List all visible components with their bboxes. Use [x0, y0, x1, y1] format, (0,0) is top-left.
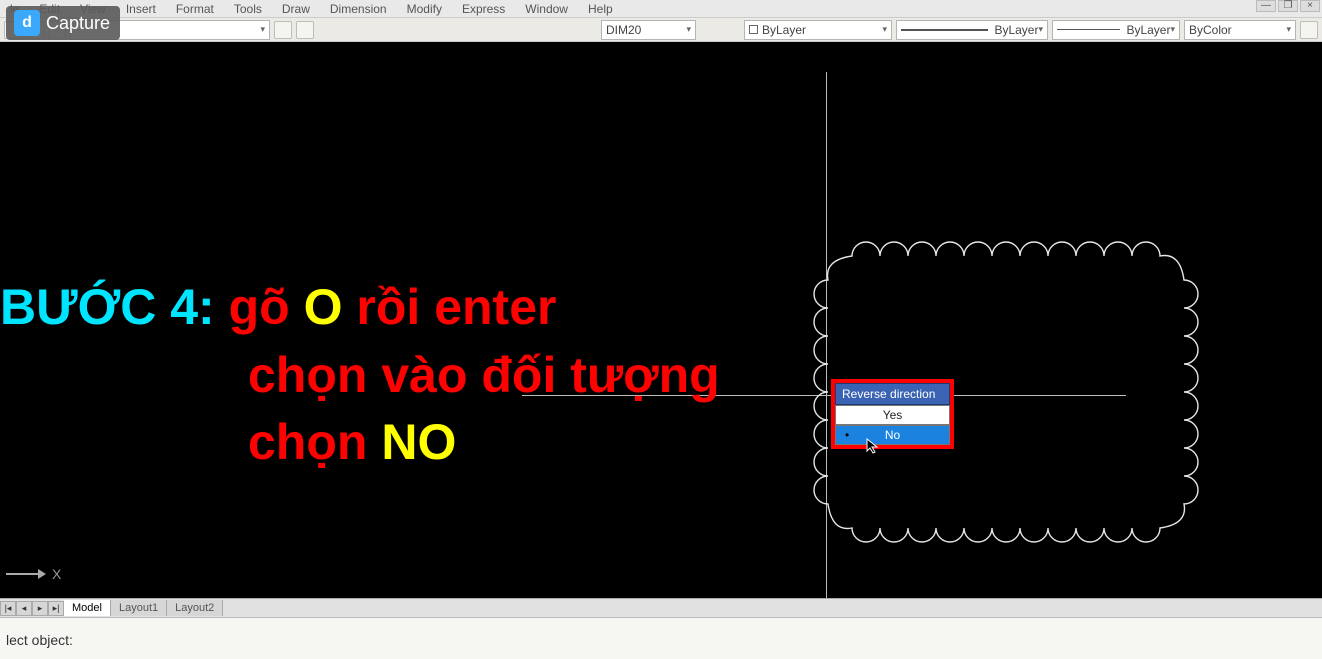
menu-dimension[interactable]: Dimension — [320, 2, 397, 16]
tab-model[interactable]: Model — [64, 600, 111, 616]
linetype-combo[interactable]: ByLayer ▾ — [896, 20, 1048, 40]
color-swatch-icon — [749, 25, 758, 34]
line1-rest: rồi enter — [356, 279, 556, 335]
lineweight-combo[interactable]: ByLayer ▾ — [1052, 20, 1180, 40]
menubar: le Edit View Insert Format Tools Draw Di… — [0, 0, 1322, 18]
crosshair-vertical — [826, 72, 827, 598]
instruction-overlay: BƯỚC 4: gõ O rồi enter chọn vào đối tượn… — [0, 274, 720, 477]
line1-key: O — [304, 279, 343, 335]
line3-no: NO — [381, 414, 456, 470]
menu-tools[interactable]: Tools — [224, 2, 272, 16]
step-label: BƯỚC 4: — [0, 279, 215, 335]
popup-option-yes[interactable]: Yes — [835, 405, 950, 425]
window-controls: — ❐ × — [1256, 0, 1320, 12]
plotstyle-combo[interactable]: ByColor ▾ — [1184, 20, 1296, 40]
layer-color-value: ByLayer — [762, 23, 806, 37]
popup-option-no[interactable]: No — [835, 425, 950, 445]
linetype-value: ByLayer — [994, 23, 1038, 37]
capture-app-label: Capture — [46, 13, 110, 34]
tab-layout1[interactable]: Layout1 — [111, 600, 167, 616]
dim-style-combo[interactable]: DIM20 ▾ — [601, 20, 696, 40]
capture-app-badge: d Capture — [6, 6, 120, 40]
menu-help[interactable]: Help — [578, 2, 623, 16]
menu-window[interactable]: Window — [515, 2, 578, 16]
layer-states-icon[interactable] — [296, 21, 314, 39]
command-prompt-text: lect object: — [6, 632, 73, 648]
tab-nav-next[interactable]: ▸ — [32, 601, 48, 616]
linetype-preview-icon — [901, 29, 988, 31]
dim-style-value: DIM20 — [606, 23, 641, 37]
line1-go: gõ — [229, 279, 290, 335]
layer-manager-icon[interactable] — [274, 21, 292, 39]
menu-draw[interactable]: Draw — [272, 2, 320, 16]
menu-format[interactable]: Format — [166, 2, 224, 16]
layout-tabstrip: |◂ ◂ ▸ ▸| Model Layout1 Layout2 — [0, 598, 1322, 617]
ucs-icon: X — [6, 564, 61, 584]
ucs-x-label: X — [52, 566, 61, 582]
close-button[interactable]: × — [1300, 0, 1320, 12]
line2-text: chọn vào đối tượng — [248, 347, 720, 403]
tab-layout2[interactable]: Layout2 — [167, 600, 223, 616]
line3-chon: chọn — [248, 414, 367, 470]
property-toolbar: ▾ DIM20 ▾ ByLayer ▾ ByLayer ▾ ByLayer ▾ … — [0, 18, 1322, 42]
drawing-canvas[interactable]: BƯỚC 4: gõ O rồi enter chọn vào đối tượn… — [0, 42, 1322, 598]
tab-nav-last[interactable]: ▸| — [48, 601, 64, 616]
mouse-cursor-icon — [866, 438, 882, 454]
tab-nav-first[interactable]: |◂ — [0, 601, 16, 616]
plotstyle-value: ByColor — [1189, 23, 1232, 37]
tab-nav-prev[interactable]: ◂ — [16, 601, 32, 616]
layer-color-combo[interactable]: ByLayer ▾ — [744, 20, 892, 40]
maximize-button[interactable]: ❐ — [1278, 0, 1298, 12]
command-line[interactable]: lect object: — [0, 617, 1322, 659]
menu-insert[interactable]: Insert — [116, 2, 166, 16]
popup-title: Reverse direction — [835, 383, 950, 405]
toolbar-icon-end[interactable] — [1300, 21, 1318, 39]
lineweight-preview-icon — [1057, 29, 1120, 30]
minimize-button[interactable]: — — [1256, 0, 1276, 12]
capture-app-icon: d — [14, 10, 40, 36]
menu-express[interactable]: Express — [452, 2, 515, 16]
menu-modify[interactable]: Modify — [397, 2, 452, 16]
lineweight-value: ByLayer — [1126, 23, 1170, 37]
reverse-direction-popup: Reverse direction Yes No — [831, 379, 954, 449]
